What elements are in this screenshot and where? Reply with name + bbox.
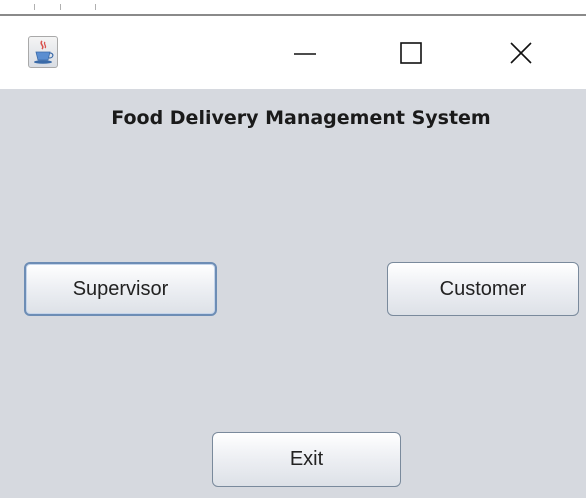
strip-tick <box>95 4 96 10</box>
strip-tick <box>34 4 35 10</box>
customer-button[interactable]: Customer <box>387 262 579 316</box>
content-panel: Food Delivery Management System Supervis… <box>0 89 586 498</box>
background-strip <box>0 0 586 14</box>
close-icon <box>510 41 532 64</box>
minimize-icon <box>294 52 316 55</box>
strip-tick <box>60 4 61 10</box>
maximize-icon <box>400 41 422 64</box>
exit-button[interactable]: Exit <box>212 432 401 487</box>
customer-button-label: Customer <box>439 277 527 300</box>
exit-button-label: Exit <box>289 448 324 470</box>
page-title: Food Delivery Management System <box>111 107 491 129</box>
app-window: Food Delivery Management System Supervis… <box>0 14 586 498</box>
supervisor-button[interactable]: Supervisor <box>24 262 217 316</box>
close-button[interactable] <box>476 16 566 89</box>
title-bar[interactable] <box>0 16 586 89</box>
java-cup-icon[interactable] <box>28 36 58 68</box>
supervisor-button-label: Supervisor <box>72 277 169 300</box>
minimize-button[interactable] <box>260 16 350 89</box>
maximize-button[interactable] <box>366 16 456 89</box>
